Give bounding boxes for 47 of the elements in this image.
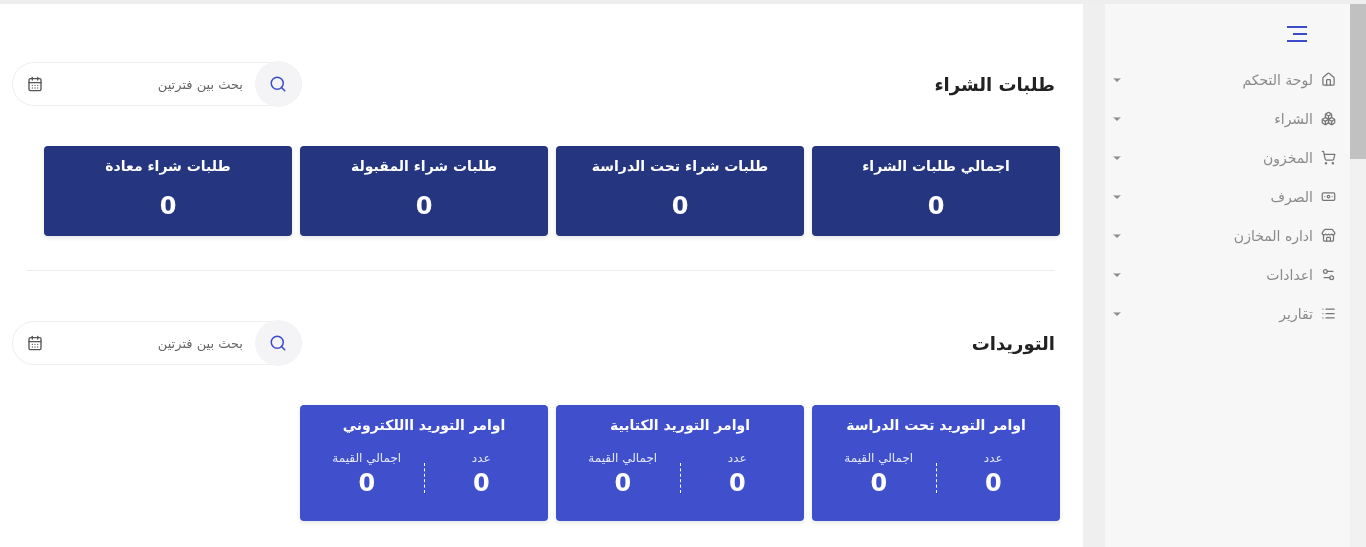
sliders-icon xyxy=(1321,267,1336,282)
card-title: طلبات شراء معادة xyxy=(105,158,231,174)
card-value: 0 xyxy=(159,192,177,220)
sidebar-item[interactable]: المخزون xyxy=(1105,138,1336,177)
boxes-icon xyxy=(1321,111,1336,126)
scrollbar-thumb[interactable] xyxy=(1350,4,1366,159)
list-icon xyxy=(1321,306,1336,321)
sidebar-item[interactable]: تقارير xyxy=(1105,294,1336,333)
card-title: طلبات شراء تحت الدراسة xyxy=(591,158,769,174)
amount-label: اجمالي القيمة xyxy=(844,451,914,465)
search-button[interactable] xyxy=(255,61,301,107)
count-value: 0 xyxy=(984,469,1002,497)
store-icon xyxy=(1321,228,1336,243)
calendar-icon[interactable] xyxy=(27,335,43,351)
card-value: 0 xyxy=(671,192,689,220)
card-title: طلبات شراء المقبولة xyxy=(351,158,497,174)
count-label: عدد xyxy=(983,451,1003,465)
card-value: 0 xyxy=(927,192,945,220)
menu-button[interactable] xyxy=(1287,26,1307,42)
house-icon xyxy=(1321,72,1336,87)
card-title: اجمالي طلبات الشراء xyxy=(862,158,1010,174)
cart-icon xyxy=(1321,150,1336,165)
section-title: طلبات الشراء xyxy=(934,73,1055,95)
sidebar-item[interactable]: الشراء xyxy=(1105,99,1336,138)
count-label: عدد xyxy=(471,451,491,465)
amount-label: اجمالي القيمة xyxy=(588,451,658,465)
sidebar-item[interactable]: اعدادات xyxy=(1105,255,1336,294)
sidebar-item[interactable]: اداره المخازن xyxy=(1105,216,1336,255)
card-title: اوامر التوريد االلكتروني xyxy=(342,417,506,433)
amount-value: 0 xyxy=(358,469,376,497)
sidebar-item[interactable]: لوحة التحكم xyxy=(1105,60,1336,99)
card-title: اوامر التوريد الكتابية xyxy=(610,417,750,433)
amount-value: 0 xyxy=(614,469,632,497)
search-icon xyxy=(269,75,287,93)
count-value: 0 xyxy=(472,469,490,497)
section-title: التوريدات xyxy=(971,332,1055,354)
banknote-icon xyxy=(1321,189,1336,204)
card-title: اوامر التوريد تحت الدراسة xyxy=(846,417,1026,433)
card-value: 0 xyxy=(415,192,433,220)
calendar-icon[interactable] xyxy=(27,76,43,92)
count-value: 0 xyxy=(728,469,746,497)
count-label: عدد xyxy=(727,451,747,465)
amount-value: 0 xyxy=(870,469,888,497)
search-button[interactable] xyxy=(255,320,301,366)
sidebar-item[interactable]: الصرف xyxy=(1105,177,1336,216)
amount-label: اجمالي القيمة xyxy=(332,451,402,465)
search-icon xyxy=(269,334,287,352)
